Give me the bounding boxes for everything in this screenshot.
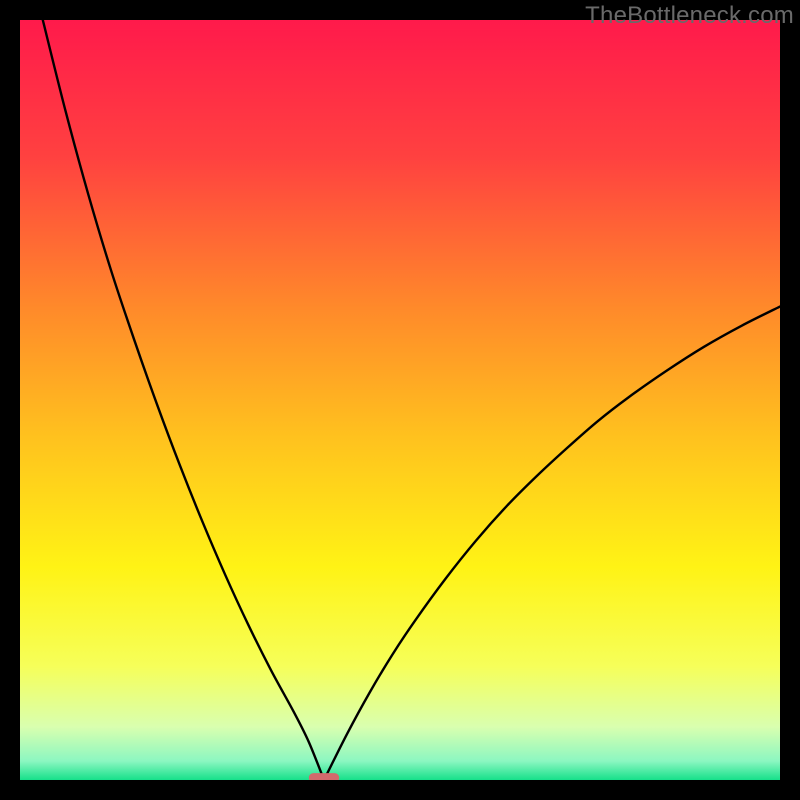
- bottleneck-curve-chart: [20, 20, 780, 780]
- gradient-background: [20, 20, 780, 780]
- optimal-point-pill: [309, 773, 339, 780]
- chart-frame: [20, 20, 780, 780]
- optimal-marker: [309, 773, 339, 780]
- watermark-text: TheBottleneck.com: [585, 2, 794, 30]
